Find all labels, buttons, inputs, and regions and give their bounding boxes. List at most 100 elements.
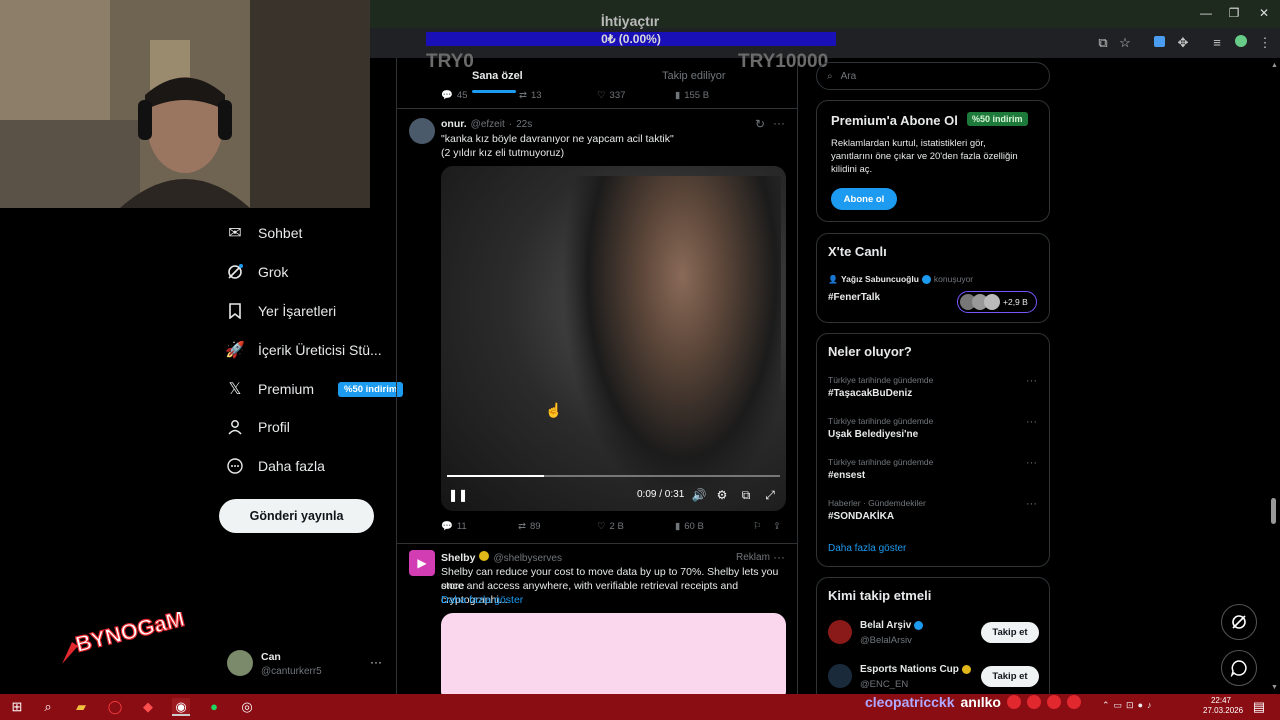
views-button[interactable]: ▮ 60 B: [675, 521, 704, 532]
ad-more-icon[interactable]: ···: [773, 550, 785, 564]
nav-item-creator-studio[interactable]: 🚀 İçerik Üreticisi Stü...: [225, 335, 382, 365]
prev-reply-count[interactable]: 💬 45: [441, 90, 467, 101]
account-menu-icon[interactable]: ···: [370, 655, 382, 669]
trend-more-icon[interactable]: ···: [1026, 416, 1037, 428]
share-icon: ⇪: [773, 521, 781, 532]
trend-more-icon[interactable]: ···: [1026, 457, 1037, 469]
install-app-icon[interactable]: ⧉: [1094, 34, 1112, 52]
minimize-icon[interactable]: —: [1196, 6, 1216, 22]
windows-start-icon[interactable]: ⊞: [8, 698, 26, 716]
webcam-feed: [0, 0, 370, 208]
nav-item-chat[interactable]: ✉ Sohbet: [226, 218, 302, 248]
puzzle-icon[interactable]: ✥: [1174, 34, 1192, 52]
trend-item[interactable]: #SONDAKİKA: [828, 511, 894, 522]
streamer-logo: BYNOGaM: [58, 605, 187, 668]
video-player[interactable]: ☝ ❚❚ 0:09 / 0:31 🔊 ⚙ ⧉ ⤢: [441, 166, 786, 511]
follow-name-row: Belal Arşiv: [860, 620, 924, 631]
chrome-icon[interactable]: ◉: [172, 698, 190, 716]
scroll-down-icon[interactable]: ▼: [1271, 684, 1278, 691]
tweet-more-icon[interactable]: ···: [773, 116, 785, 130]
fullscreen-icon[interactable]: ⤢: [762, 487, 778, 503]
ad-author-name[interactable]: Shelby: [441, 552, 475, 564]
close-icon[interactable]: ✕: [1254, 6, 1274, 22]
pause-icon[interactable]: ❚❚: [448, 487, 468, 503]
nav-item-more[interactable]: Daha fazla: [226, 451, 325, 481]
tab-for-you[interactable]: Sana özel: [472, 70, 523, 82]
media-icon[interactable]: ≡: [1208, 34, 1226, 52]
reply-button[interactable]: 💬 11: [441, 521, 467, 532]
follow-name[interactable]: Esports Nations Cup: [860, 664, 959, 675]
trend-item[interactable]: #TaşacakBuDeniz: [828, 388, 912, 399]
trend-item[interactable]: #ensest: [828, 470, 865, 481]
trend-more-icon[interactable]: ···: [1026, 498, 1037, 510]
notifications-icon[interactable]: ▤: [1250, 698, 1268, 716]
ad-header: Shelby @shelbyserves: [441, 551, 562, 564]
tweet-time[interactable]: 22s: [516, 119, 532, 130]
host-avatar: 👤: [828, 274, 838, 284]
follow-button[interactable]: Takip et: [981, 622, 1039, 643]
obs-icon[interactable]: ◎: [238, 698, 256, 716]
bookmark-button[interactable]: ⚐: [753, 521, 762, 532]
ad-avatar[interactable]: ▶: [409, 550, 435, 576]
live-topic[interactable]: #FenerTalk: [828, 292, 880, 303]
pip-icon[interactable]: ⧉: [738, 487, 754, 503]
ad-author-handle[interactable]: @shelbyserves: [493, 553, 562, 564]
retweet-button[interactable]: ⇄ 89: [518, 521, 541, 532]
prev-like-count[interactable]: ♡ 337: [597, 90, 625, 101]
restore-icon[interactable]: ❐: [1224, 6, 1244, 22]
tab-following[interactable]: Takip ediliyor: [662, 70, 726, 82]
avatar[interactable]: [227, 650, 253, 676]
like-button[interactable]: ♡ 2 B: [597, 521, 624, 532]
volume-icon[interactable]: 🔊: [691, 487, 707, 503]
spotify-icon[interactable]: ●: [205, 698, 223, 716]
search-icon[interactable]: ⌕: [39, 698, 57, 716]
follow-avatar[interactable]: [828, 664, 852, 688]
trend-more-icon[interactable]: ···: [1026, 375, 1037, 387]
ad-show-more-link[interactable]: Daha fazla göster: [441, 593, 523, 607]
page-scrollbar-thumb[interactable]: [1271, 498, 1276, 524]
tweet-author-handle[interactable]: @efzeit: [471, 119, 505, 130]
live-host[interactable]: 👤 Yağız Sabuncuoğlu konuşuyor: [828, 274, 973, 284]
scroll-up-icon[interactable]: ▲: [1271, 62, 1278, 69]
reply-icon: 💬: [441, 90, 453, 101]
share-button[interactable]: ⇪: [773, 521, 781, 532]
search-input[interactable]: ⌕ Ara: [816, 62, 1050, 90]
angry-emoji-icon: [1026, 695, 1041, 709]
nav-item-label: Premium: [258, 381, 315, 397]
follow-button[interactable]: Takip et: [981, 666, 1039, 687]
trends-show-more-link[interactable]: Daha fazla göster: [828, 543, 906, 554]
donation-value: 0₺ (0.00%): [601, 32, 661, 46]
post-button[interactable]: Gönderi yayınla: [219, 499, 374, 533]
nav-item-profile[interactable]: Profil: [226, 412, 290, 442]
nav-item-bookmarks[interactable]: Yer İşaretleri: [226, 296, 336, 326]
messages-floating-button[interactable]: [1221, 650, 1257, 686]
ad-label: Reklam: [736, 552, 770, 563]
tweet-text-line2: (2 yıldır kız eli tutmuyoruz): [441, 147, 565, 159]
grok-tweet-icon[interactable]: ↻: [755, 117, 765, 131]
grok-floating-button[interactable]: [1221, 604, 1257, 640]
prev-view-count[interactable]: ▮ 155 B: [675, 90, 709, 101]
star-icon[interactable]: ☆: [1116, 34, 1134, 52]
kebab-menu-icon[interactable]: ⋮: [1256, 34, 1274, 52]
live-listeners[interactable]: +2,9 B: [957, 291, 1037, 313]
nav-item-grok[interactable]: Grok: [226, 257, 288, 287]
opera-icon[interactable]: ◯: [106, 698, 124, 716]
follow-avatar[interactable]: [828, 620, 852, 644]
folder-icon[interactable]: ▰: [72, 698, 90, 716]
system-tray-icons[interactable]: ⌃▭⊡●♪: [1102, 700, 1156, 711]
follow-name[interactable]: Belal Arşiv: [860, 620, 911, 631]
prev-retweet-count[interactable]: ⇄ 13: [519, 90, 542, 101]
ad-media[interactable]: [441, 613, 786, 694]
extension-blue-icon[interactable]: [1150, 34, 1168, 52]
nav-item-premium[interactable]: 𝕏 Premium %50 indirim: [226, 374, 404, 404]
clock[interactable]: 22:47 27.03.2026: [1203, 696, 1243, 716]
subscribe-button[interactable]: Abone ol: [831, 188, 897, 210]
app-icon[interactable]: ◆: [139, 698, 157, 716]
tweet-avatar[interactable]: [409, 118, 435, 144]
tweet-author-name[interactable]: onur.: [441, 118, 467, 130]
trend-item[interactable]: Uşak Belediyesi'ne: [828, 429, 918, 440]
trend-meta: Türkiye tarihinde gündemde: [828, 457, 934, 467]
settings-icon[interactable]: ⚙: [714, 487, 730, 503]
profile-icon[interactable]: [1232, 34, 1250, 52]
premium-discount-badge: %50 indirim: [338, 381, 404, 397]
